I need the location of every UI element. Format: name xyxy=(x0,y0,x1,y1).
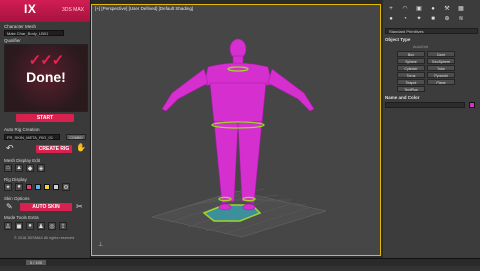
logo-bar: IX 3DS MAX xyxy=(0,0,90,22)
skin-options-label: Skin Options xyxy=(4,196,30,201)
joint-icon[interactable]: ● xyxy=(15,183,23,191)
helpers-icon[interactable]: ⊕ xyxy=(443,16,451,23)
start-button[interactable]: START xyxy=(16,114,74,122)
export-icon[interactable]: ⇪ xyxy=(59,222,67,230)
grid-icon[interactable]: ▦ xyxy=(457,6,465,13)
logo-subtitle: 3DS MAX xyxy=(62,7,84,13)
head-icon[interactable]: ● xyxy=(26,222,34,230)
object-button-teapot[interactable]: Teapot xyxy=(397,79,425,85)
status-panel: ✓✓✓ Done! xyxy=(4,44,88,112)
object-button-plane[interactable]: Plane xyxy=(427,79,455,85)
target-icon[interactable]: ◎ xyxy=(48,222,56,230)
timeline[interactable]: 0 / 100 xyxy=(0,258,480,271)
mesh-xray-icon[interactable]: ◆ xyxy=(26,164,34,172)
character-mesh xyxy=(161,38,315,211)
time-slider[interactable]: 0 / 100 xyxy=(26,260,46,265)
character-mesh-label: Character Mesh xyxy=(4,24,37,29)
checkmarks-icon: ✓✓✓ xyxy=(28,52,65,69)
copyright-text: © 2018 3DSMAX All rights reserved xyxy=(14,236,75,240)
mesh-wire-icon[interactable]: ◈ xyxy=(37,164,45,172)
mesh-select-icon[interactable]: ▲ xyxy=(15,164,23,172)
object-button-pyramid[interactable]: Pyramid xyxy=(427,72,455,78)
object-button-tube[interactable]: Tube xyxy=(427,65,455,71)
camera-icon[interactable]: ■ xyxy=(429,16,437,23)
auto-skin-button[interactable]: AUTO SKIN xyxy=(20,203,72,211)
object-button-box[interactable]: Box xyxy=(397,51,425,57)
object-button-textplus[interactable]: TextPlus xyxy=(397,86,425,92)
logo: IX xyxy=(24,2,37,16)
character-mesh-field[interactable]: Male Char_Body_LB01 xyxy=(4,30,64,36)
shapes-icon[interactable]: ◔ xyxy=(401,16,409,23)
color-swatch-grey[interactable] xyxy=(53,184,59,190)
geometry-icon[interactable]: ● xyxy=(387,16,395,23)
time-scale[interactable] xyxy=(0,266,480,271)
autogrid-checkbox[interactable]: AutoGrid xyxy=(413,45,428,49)
scene-canvas xyxy=(151,38,327,238)
mode-tools-label: Mode Tools Extra xyxy=(4,215,39,220)
object-name-field[interactable] xyxy=(385,102,465,108)
command-panel: + ◠ ▣ ● ⚒ ▦ ● ◔ ✦ ■ ⊕ ≋ Standard Primiti… xyxy=(383,0,480,258)
shield-icon[interactable]: ◼ xyxy=(15,222,23,230)
circle-icon[interactable]: ● xyxy=(429,6,437,13)
mesh-view-icon[interactable]: ⌂ xyxy=(4,164,12,172)
auto-rig-creation-label: Auto Rig Creation xyxy=(4,127,40,132)
object-button-geosphere[interactable]: GeoSphere xyxy=(427,58,455,64)
perspective-viewport[interactable]: [+] [Perspective] [User Defined] [Defaul… xyxy=(91,4,381,256)
skin-tool-icon[interactable]: ✂ xyxy=(76,202,83,211)
name-color-rollout[interactable]: Name and Color xyxy=(385,95,478,100)
object-button-torus[interactable]: Torus xyxy=(397,72,425,78)
command-panel-tabs: + ◠ ▣ ● ⚒ ▦ ● ◔ ✦ ■ ⊕ ≋ xyxy=(383,4,480,22)
box-icon[interactable]: ▣ xyxy=(415,6,423,13)
object-color-swatch[interactable] xyxy=(469,102,475,108)
object-type-rollout[interactable]: Object Type xyxy=(385,37,478,42)
hand-icon[interactable]: ✋ xyxy=(76,143,86,152)
figure-icon[interactable]: ♙ xyxy=(4,222,12,230)
combo-button[interactable]: COMBO xyxy=(66,134,86,140)
arc-icon[interactable]: ◠ xyxy=(401,6,409,13)
done-text: Done! xyxy=(26,69,66,85)
wrench-icon[interactable]: ⚒ xyxy=(443,6,451,13)
qualifier-label: Qualifier xyxy=(4,38,21,43)
rig-settings-icon[interactable]: ⚙ xyxy=(62,183,70,191)
color-swatch-blue[interactable] xyxy=(35,184,41,190)
auto-rig-panel: IX 3DS MAX Character Mesh Male Char_Body… xyxy=(0,0,91,258)
lights-icon[interactable]: ✦ xyxy=(415,16,423,23)
object-button-sphere[interactable]: Sphere xyxy=(397,58,425,64)
skin-brush-icon[interactable]: ✎ xyxy=(6,202,13,211)
app-window: IX 3DS MAX Character Mesh Male Char_Body… xyxy=(0,0,480,271)
object-button-cone[interactable]: Cone xyxy=(427,51,455,57)
walk-icon[interactable]: ♟ xyxy=(37,222,45,230)
rig-name-field[interactable]: FR_SKIN_META_RIG_01 xyxy=(4,134,60,140)
systems-icon[interactable]: ≋ xyxy=(457,16,465,23)
category-dropdown[interactable]: Standard Primitives xyxy=(385,28,478,34)
color-swatch-yellow[interactable] xyxy=(44,184,50,190)
object-button-cylinder[interactable]: Cylinder xyxy=(397,65,425,71)
undo-icon[interactable]: ↶ xyxy=(6,143,14,154)
bone-icon[interactable]: ✦ xyxy=(4,183,12,191)
color-swatch-pink[interactable] xyxy=(26,184,32,190)
axis-gizmo-icon: ⊥ xyxy=(98,242,104,248)
create-rig-button[interactable]: CREATE RIG xyxy=(36,145,72,153)
plus-icon[interactable]: + xyxy=(387,6,395,13)
